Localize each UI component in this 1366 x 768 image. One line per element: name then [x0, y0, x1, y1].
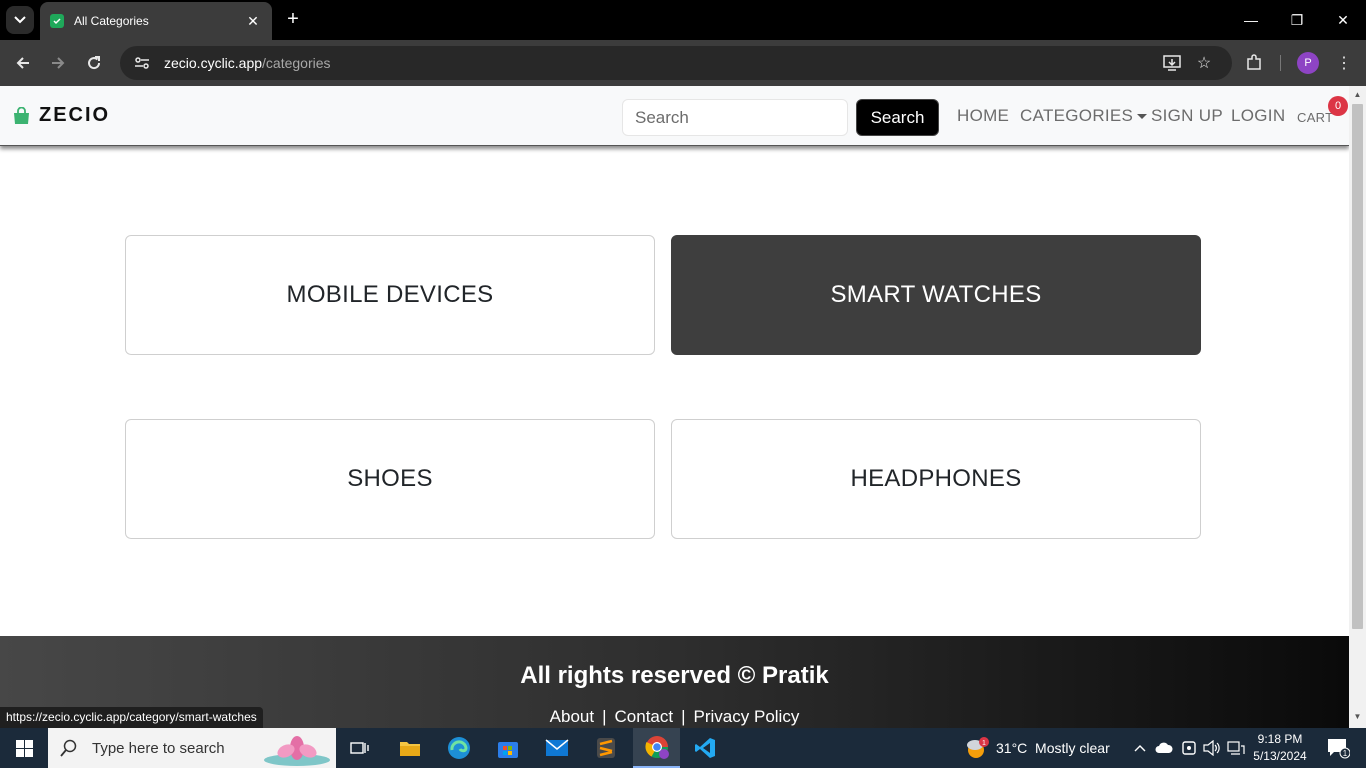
- url-host: zecio.cyclic.app: [164, 55, 263, 71]
- install-app-icon[interactable]: [1160, 51, 1184, 75]
- url-path: /categories: [262, 55, 331, 71]
- caret-down-icon: [1137, 114, 1148, 120]
- weather-alert-badge: 1: [982, 740, 986, 747]
- meet-now-icon[interactable]: [1178, 728, 1200, 768]
- category-label: SHOES: [347, 465, 433, 492]
- new-tab-plus-icon[interactable]: +: [282, 8, 304, 30]
- browser-tab-active[interactable]: All Categories ✕: [40, 2, 272, 40]
- windows-taskbar: Type here to search 1 31°C Mostly clear: [0, 728, 1366, 768]
- status-bar-link-preview: https://zecio.cyclic.app/category/smart-…: [0, 707, 263, 728]
- category-card-mobile-devices[interactable]: MOBILE DEVICES: [125, 235, 655, 355]
- bookmark-star-icon[interactable]: ☆: [1192, 51, 1216, 75]
- tab-title: All Categories: [74, 14, 149, 28]
- footer-link-privacy-policy[interactable]: Privacy Policy: [694, 707, 800, 726]
- close-window-icon[interactable]: ✕: [1320, 0, 1366, 40]
- sublime-text-icon[interactable]: [586, 728, 626, 768]
- footer-separator: |: [681, 707, 686, 726]
- footer-link-contact[interactable]: Contact: [615, 707, 674, 726]
- onedrive-cloud-icon[interactable]: [1153, 728, 1175, 768]
- vscode-icon[interactable]: [684, 728, 726, 768]
- search-input[interactable]: [622, 99, 848, 136]
- footer-link-about[interactable]: About: [550, 707, 594, 726]
- notification-count: 1: [1343, 749, 1348, 758]
- volume-speaker-icon[interactable]: [1201, 728, 1223, 768]
- network-ethernet-icon[interactable]: [1225, 728, 1247, 768]
- notification-center-icon[interactable]: 1: [1318, 728, 1358, 768]
- scroll-up-arrow-icon[interactable]: ▲: [1349, 90, 1366, 102]
- shopping-bag-favicon-icon: [50, 14, 64, 28]
- category-label: MOBILE DEVICES: [286, 281, 494, 308]
- site-navbar: ZECIO Search HOME CATEGORIES SIGN UP LOG…: [0, 86, 1349, 146]
- minimize-icon[interactable]: —: [1228, 0, 1274, 40]
- category-label: HEADPHONES: [850, 465, 1022, 492]
- webpage: ZECIO Search HOME CATEGORIES SIGN UP LOG…: [0, 86, 1349, 728]
- cart-count-badge: 0: [1328, 96, 1348, 116]
- nav-link-home[interactable]: HOME: [957, 106, 1009, 126]
- taskbar-search-box[interactable]: Type here to search: [48, 728, 336, 768]
- chrome-icon[interactable]: [633, 728, 680, 768]
- toolbar-divider: [1280, 55, 1281, 71]
- footer-copyright: All rights reserved © Pratik: [520, 662, 829, 689]
- restore-icon[interactable]: ❐: [1274, 0, 1320, 40]
- brand-name: ZECIO: [39, 104, 111, 126]
- taskbar-search-placeholder: Type here to search: [92, 739, 225, 757]
- nav-link-categories-label: CATEGORIES: [1020, 106, 1134, 125]
- mail-icon[interactable]: [537, 728, 577, 768]
- weather-text[interactable]: 31°C Mostly clear: [996, 728, 1110, 768]
- forward-arrow-icon[interactable]: [43, 48, 73, 78]
- close-tab-icon[interactable]: ✕: [244, 13, 262, 30]
- task-view-icon[interactable]: [340, 728, 380, 768]
- lotus-flower-icon: [264, 736, 330, 766]
- search-icon: [60, 739, 77, 757]
- scroll-down-arrow-icon[interactable]: ▼: [1349, 712, 1366, 724]
- footer-separator: |: [602, 707, 607, 726]
- category-card-headphones[interactable]: HEADPHONES: [671, 419, 1201, 539]
- address-bar[interactable]: zecio.cyclic.app/categories ☆: [120, 46, 1232, 80]
- nav-link-categories-dropdown[interactable]: CATEGORIES: [1020, 106, 1148, 126]
- start-windows-icon[interactable]: [0, 728, 48, 768]
- category-label: SMART WATCHES: [830, 281, 1042, 308]
- show-hidden-icons-chevron-icon[interactable]: [1130, 728, 1150, 768]
- category-card-smart-watches[interactable]: SMART WATCHES: [671, 235, 1201, 355]
- nav-link-login[interactable]: LOGIN: [1231, 106, 1285, 126]
- taskbar-clock[interactable]: 9:18 PM 5/13/2024: [1248, 731, 1312, 765]
- weather-label: 31°C Mostly clear: [996, 740, 1110, 756]
- brand-logo[interactable]: ZECIO: [13, 104, 110, 127]
- browser-tabstrip: All Categories ✕ + — ❐ ✕: [0, 0, 1366, 40]
- file-explorer-icon[interactable]: [390, 728, 430, 768]
- profile-avatar[interactable]: P: [1297, 52, 1319, 74]
- more-menu-icon[interactable]: ⋮: [1331, 50, 1357, 76]
- chevron-down-icon: [14, 16, 26, 24]
- browser-toolbar: zecio.cyclic.app/categories ☆ P ⋮: [0, 40, 1366, 86]
- category-card-shoes[interactable]: SHOES: [125, 419, 655, 539]
- microsoft-store-icon[interactable]: [488, 728, 528, 768]
- nav-link-cart[interactable]: CART: [1297, 110, 1333, 125]
- weather-icon[interactable]: 1: [962, 728, 992, 768]
- page-scrollbar[interactable]: ▲ ▼: [1349, 86, 1366, 728]
- reload-icon[interactable]: [79, 48, 109, 78]
- search-button[interactable]: Search: [856, 99, 939, 136]
- nav-link-signup[interactable]: SIGN UP: [1151, 106, 1223, 126]
- shopping-bag-icon: [14, 106, 29, 124]
- scrollbar-thumb[interactable]: [1352, 104, 1363, 629]
- clock-date: 5/13/2024: [1253, 749, 1307, 763]
- site-info-tune-icon[interactable]: [130, 51, 154, 75]
- back-arrow-icon[interactable]: [8, 48, 38, 78]
- extensions-puzzle-icon[interactable]: [1241, 50, 1267, 76]
- edge-browser-icon[interactable]: [439, 728, 479, 768]
- clock-time: 9:18 PM: [1257, 732, 1303, 746]
- tab-search-button[interactable]: [6, 6, 34, 34]
